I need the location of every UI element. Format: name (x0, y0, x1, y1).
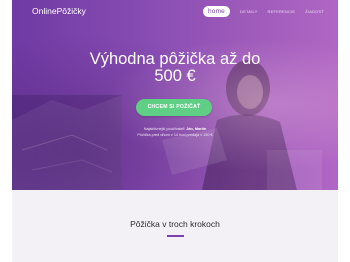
main-nav: home DETAILY REFERENCIE ŽIADOSŤ (202, 6, 324, 17)
hero-overlay (12, 0, 338, 190)
last-applicant: Najaktívnejší používateľ: Ján, Martin (12, 127, 338, 132)
borrow-cta-button[interactable]: CHCEM SI POŽIČAŤ (136, 99, 212, 116)
hero-section: OnlinePôžičky home DETAILY REFERENCIE ŽI… (12, 0, 338, 190)
nav-references[interactable]: REFERENCIE (267, 9, 295, 14)
landing-page: OnlinePôžičky home DETAILY REFERENCIE ŽI… (12, 0, 338, 262)
site-logo[interactable]: OnlinePôžičky (32, 6, 86, 16)
last-applicant-detail: Pôžička pred dňom v 14 hod predaja v 150… (137, 133, 213, 137)
title-underline (167, 235, 184, 237)
hero-amount: 500 € (154, 67, 196, 85)
last-applicant-name: Ján, Martin (186, 127, 207, 131)
nav-details[interactable]: DETAILY (240, 9, 257, 14)
hero-headline: Výhodna pôžička až do (89, 50, 261, 68)
steps-title: Pôžička v troch krokoch (130, 219, 220, 229)
nav-home[interactable]: home (202, 6, 230, 17)
nav-application[interactable]: ŽIADOSŤ (305, 9, 324, 14)
last-applicant-prefix: Najaktívnejší používateľ: (143, 127, 186, 131)
